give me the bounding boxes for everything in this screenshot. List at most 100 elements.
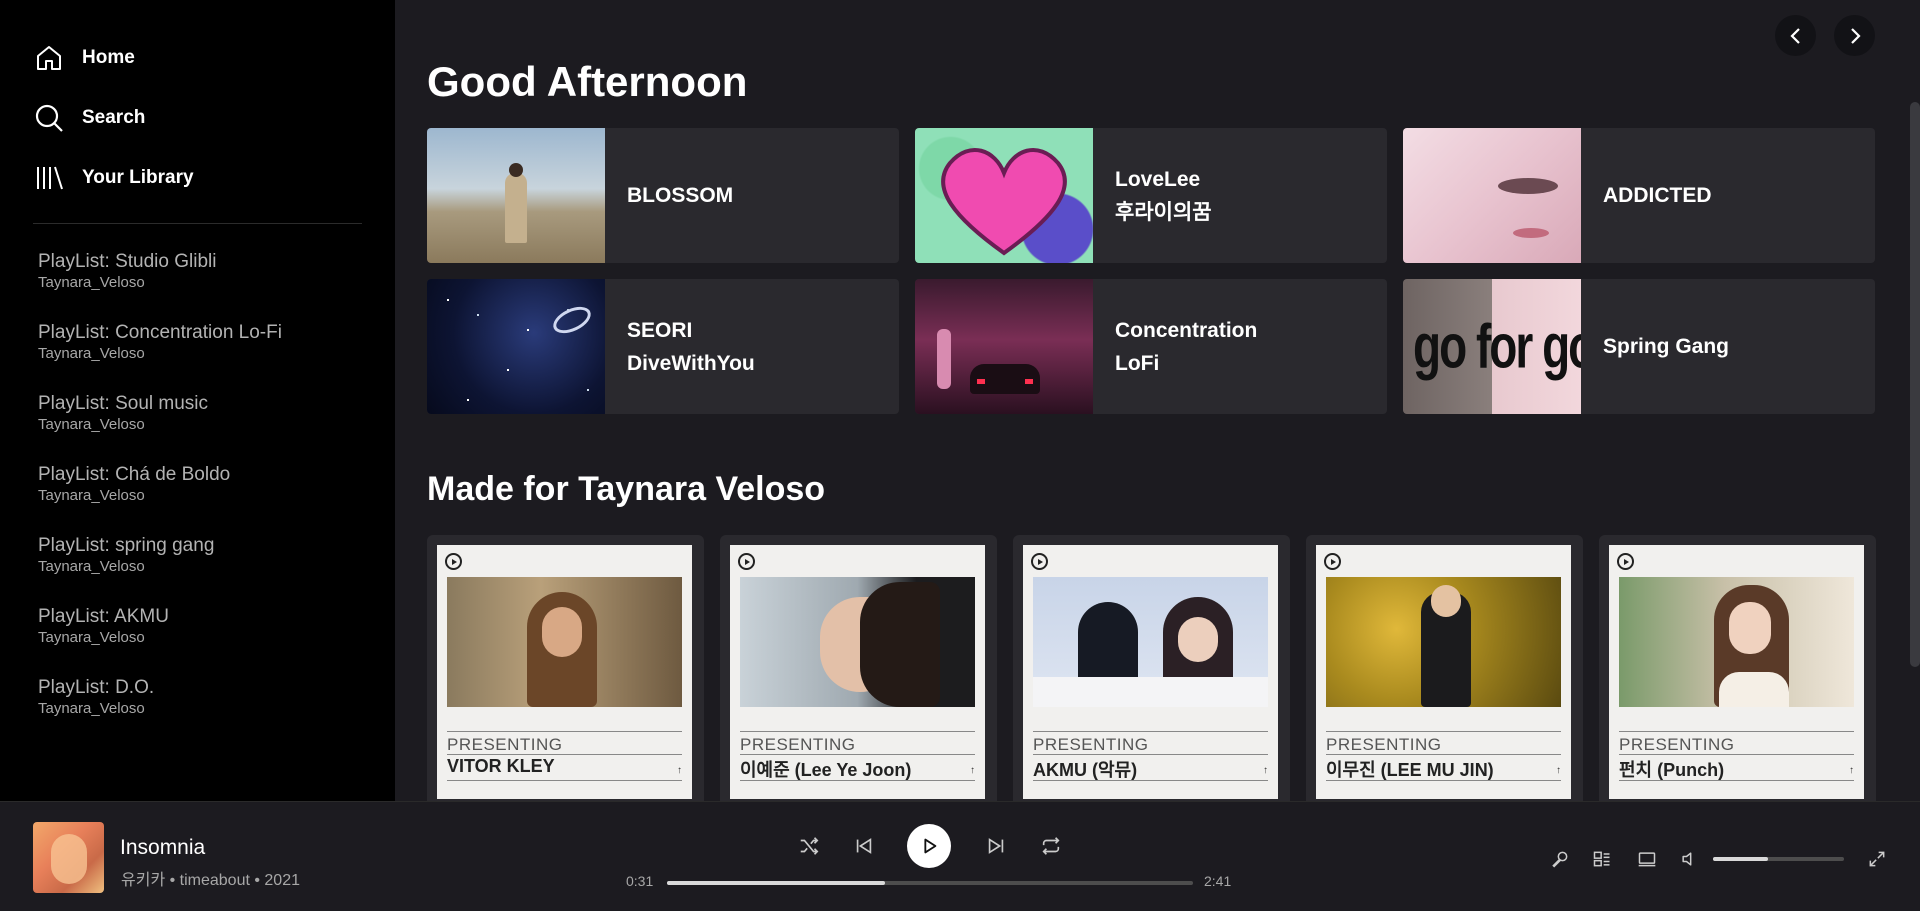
forward-button[interactable] <box>1834 15 1875 56</box>
artist-name: 펀치 (Punch) <box>1619 760 1725 780</box>
playlist-owner: Taynara_Veloso <box>38 558 145 575</box>
skip-forward-icon <box>988 838 1004 854</box>
playlist-name: PlayList: D.O. <box>38 677 155 698</box>
lyrics-button[interactable] <box>1547 846 1573 872</box>
divider-line <box>447 780 682 781</box>
made-for-card[interactable]: PRESENTING 이무진 (LEE MU JIN) ↑ <box>1306 535 1583 801</box>
nav-home[interactable]: Home <box>0 28 395 88</box>
playlist-list: PlayList: Studio Glibli Taynara_Veloso P… <box>0 224 395 747</box>
divider-line <box>447 754 682 755</box>
progress-fill <box>667 881 886 885</box>
presenting-label: PRESENTING <box>1326 735 1442 754</box>
main-scrollbar[interactable] <box>1910 102 1920 667</box>
playlist-owner: Taynara_Veloso <box>38 274 145 291</box>
repeat-icon <box>1042 837 1060 855</box>
nav-search[interactable]: Search <box>0 88 395 148</box>
artist-photo <box>740 577 975 707</box>
divider-line <box>1033 731 1268 732</box>
nav-library[interactable]: Your Library <box>0 148 395 208</box>
repeat-button[interactable] <box>1039 834 1063 858</box>
artist-name: 이무진 (LEE MU JIN) <box>1326 760 1494 780</box>
divider-line <box>1326 780 1561 781</box>
nav-library-label: Your Library <box>82 167 194 188</box>
quick-pick-card[interactable]: LoveLee 후라이의꿈 <box>915 128 1387 263</box>
made-for-card[interactable]: PRESENTING AKMU (악뮤) ↑ <box>1013 535 1290 801</box>
playlist-item[interactable]: PlayList: Soul music Taynara_Veloso <box>0 392 395 463</box>
play-circle-icon <box>1617 553 1634 570</box>
queue-button[interactable] <box>1589 846 1615 872</box>
progress-bar[interactable] <box>667 881 1193 885</box>
library-icon <box>37 166 63 190</box>
quick-pick-card[interactable]: ADDICTED <box>1403 128 1875 263</box>
made-for-cover: PRESENTING 이무진 (LEE MU JIN) ↑ <box>1316 545 1571 799</box>
previous-button[interactable] <box>852 834 876 858</box>
now-playing-cover[interactable] <box>33 822 104 893</box>
made-for-cover: PRESENTING AKMU (악뮤) ↑ <box>1023 545 1278 799</box>
playlist-name: PlayList: spring gang <box>38 535 215 556</box>
made-for-card[interactable]: PRESENTING VITOR KLEY ↑ <box>427 535 704 801</box>
sidebar-nav: Home Search Your Library <box>0 0 395 208</box>
fullscreen-icon <box>1869 851 1885 867</box>
quick-pick-cover: go for gold <box>1403 279 1581 414</box>
sidebar: Home Search Your Library PlayList: Studi… <box>0 0 395 801</box>
divider-line <box>1033 754 1268 755</box>
nav-home-label: Home <box>82 47 135 68</box>
shuffle-button[interactable] <box>797 834 821 858</box>
playlist-item[interactable]: PlayList: Concentration Lo-Fi Taynara_Ve… <box>0 321 395 392</box>
quick-pick-card[interactable]: Concentration LoFi <box>915 279 1387 414</box>
quick-pick-cover <box>427 279 605 414</box>
divider-line <box>1619 780 1854 781</box>
arrow-up-icon: ↑ <box>970 765 975 776</box>
playlist-name: PlayList: Soul music <box>38 393 209 414</box>
divider-line <box>740 731 975 732</box>
divider-line <box>1033 780 1268 781</box>
quick-pick-title: SEORI DiveWithYou <box>627 318 755 375</box>
chevron-right-icon <box>1850 27 1861 44</box>
play-circle-icon <box>1324 553 1341 570</box>
artist-photo <box>1326 577 1561 707</box>
arrow-up-icon: ↑ <box>1849 765 1854 776</box>
fullscreen-button[interactable] <box>1864 846 1890 872</box>
playlist-item[interactable]: PlayList: spring gang Taynara_Veloso <box>0 534 395 605</box>
device-button[interactable] <box>1634 846 1660 872</box>
nav-search-label: Search <box>82 107 146 128</box>
playlist-item[interactable]: PlayList: D.O. Taynara_Veloso <box>0 676 395 747</box>
quick-pick-title: BLOSSOM <box>627 184 734 207</box>
playlist-item[interactable]: PlayList: Studio Glibli Taynara_Veloso <box>0 250 395 321</box>
now-playing-subtitle[interactable]: 유키카 • timeabout • 2021 <box>121 866 300 890</box>
quick-pick-cover <box>427 128 605 263</box>
playlist-owner: Taynara_Veloso <box>38 700 145 717</box>
quick-pick-card[interactable]: SEORI DiveWithYou <box>427 279 899 414</box>
artist-photo <box>447 577 682 707</box>
play-button[interactable] <box>907 824 951 868</box>
playlist-item[interactable]: PlayList: AKMU Taynara_Veloso <box>0 605 395 676</box>
made-for-heading: Made for Taynara Veloso <box>427 470 826 508</box>
now-playing-title[interactable]: Insomnia <box>120 836 205 860</box>
quick-pick-title: ADDICTED <box>1603 184 1712 207</box>
quick-picks-grid: BLOSSOM LoveLee 후라이의꿈 ADDICTED SEORI Div… <box>427 128 1876 414</box>
made-for-cover: PRESENTING VITOR KLEY ↑ <box>437 545 692 799</box>
artist-name: 이예준 (Lee Ye Joon) <box>740 760 912 780</box>
home-icon <box>37 46 61 70</box>
quick-pick-card[interactable]: go for gold Spring Gang <box>1403 279 1875 414</box>
volume-slider[interactable] <box>1713 857 1844 861</box>
volume-fill <box>1713 857 1769 861</box>
back-button[interactable] <box>1775 15 1816 56</box>
quick-pick-cover <box>915 279 1093 414</box>
artist-photo <box>1619 577 1854 707</box>
quick-pick-card[interactable]: BLOSSOM <box>427 128 899 263</box>
quick-pick-cover <box>1403 128 1581 263</box>
presenting-label: PRESENTING <box>447 735 563 754</box>
quick-pick-title: LoveLee 후라이의꿈 <box>1115 167 1212 224</box>
made-for-card[interactable]: PRESENTING 이예준 (Lee Ye Joon) ↑ <box>720 535 997 801</box>
mute-button[interactable] <box>1676 846 1702 872</box>
divider-line <box>740 780 975 781</box>
divider-line <box>1619 731 1854 732</box>
next-button[interactable] <box>984 834 1008 858</box>
made-for-row: PRESENTING VITOR KLEY ↑ PRESENTING 이예준 (… <box>427 535 1876 801</box>
queue-icon <box>1593 851 1610 867</box>
presenting-label: PRESENTING <box>1619 735 1735 754</box>
made-for-cover: PRESENTING 펀치 (Punch) ↑ <box>1609 545 1864 799</box>
made-for-card[interactable]: PRESENTING 펀치 (Punch) ↑ <box>1599 535 1876 801</box>
playlist-item[interactable]: PlayList: Chá de Boldo Taynara_Veloso <box>0 463 395 534</box>
